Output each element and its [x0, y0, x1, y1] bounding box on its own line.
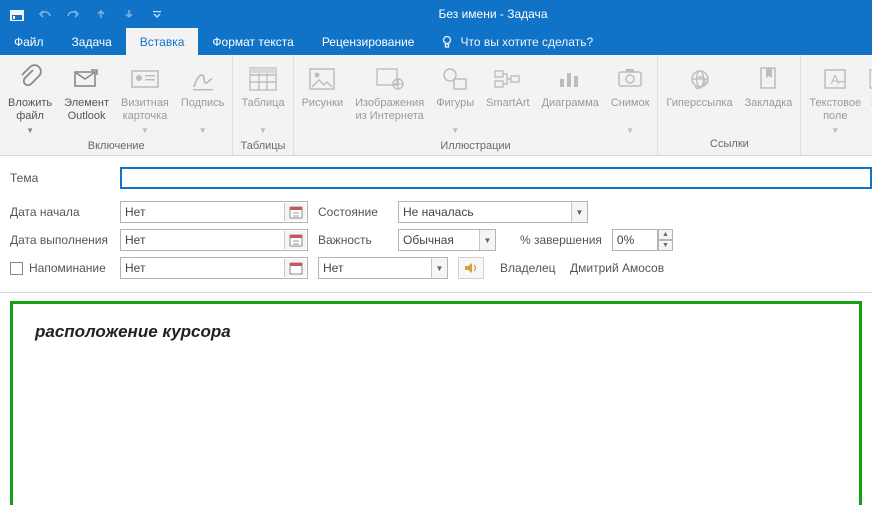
online-pictures-button[interactable]: Изображенияиз Интернета: [349, 59, 430, 125]
table-button[interactable]: Таблица ▼: [235, 59, 290, 139]
hyperlink-icon: [684, 63, 716, 95]
calendar-icon[interactable]: [284, 259, 306, 277]
owner-label: Владелец: [500, 261, 560, 275]
undo-button[interactable]: [32, 2, 58, 26]
next-item-button[interactable]: [116, 2, 142, 26]
title-bar: Без имени - Задача: [0, 0, 872, 28]
start-date-label: Дата начала: [10, 205, 110, 219]
outlook-item-button[interactable]: ЭлементOutlook: [58, 59, 115, 125]
table-icon: [247, 63, 279, 95]
signature-button[interactable]: Подпись ▼: [175, 59, 231, 139]
smartart-button[interactable]: SmartArt: [480, 59, 535, 125]
tab-format[interactable]: Формат текста: [198, 28, 307, 55]
attach-file-button[interactable]: Вложитьфайл▼: [2, 59, 58, 139]
chevron-down-icon: ▼: [479, 230, 495, 250]
prev-item-button[interactable]: [88, 2, 114, 26]
tab-file[interactable]: Файл: [0, 28, 58, 55]
online-picture-icon: [374, 63, 406, 95]
ribbon-group-text: A Текстовоеполе▼ Экб: [801, 55, 872, 155]
divider: [0, 292, 872, 293]
text-box-icon: A: [819, 63, 851, 95]
tab-insert[interactable]: Вставка: [126, 28, 199, 55]
spin-down-button[interactable]: ▼: [658, 240, 673, 251]
shapes-icon: [439, 63, 471, 95]
bookmark-icon: [753, 63, 785, 95]
window-title: Без имени - Задача: [174, 7, 872, 21]
status-label: Состояние: [318, 205, 388, 219]
business-card-button[interactable]: Визитнаякарточка▼: [115, 59, 175, 139]
screenshot-button[interactable]: Снимок ▼: [605, 59, 656, 139]
chart-button[interactable]: Диаграмма: [536, 59, 605, 125]
save-button[interactable]: [4, 2, 30, 26]
group-label-links: Ссылки: [658, 137, 800, 155]
group-label-include: Включение: [0, 139, 232, 157]
reminder-checkbox[interactable]: [10, 262, 23, 275]
owner-value: Дмитрий Амосов: [570, 261, 664, 275]
subject-input[interactable]: [120, 167, 872, 189]
priority-combo[interactable]: Обычная ▼: [398, 229, 496, 251]
quick-access-toolbar: [0, 2, 174, 26]
chevron-down-icon: ▼: [431, 258, 447, 278]
text-box-button[interactable]: A Текстовоеполе▼: [803, 59, 867, 139]
subject-label: Тема: [10, 171, 110, 185]
start-date-input[interactable]: Нет: [120, 201, 308, 223]
percent-complete-input[interactable]: 0%: [612, 229, 658, 251]
reminder-sound-button[interactable]: [458, 257, 484, 279]
tell-me-label: Что вы хотите сделать?: [460, 35, 593, 49]
smartart-icon: [492, 63, 524, 95]
business-card-icon: [129, 63, 161, 95]
reminder-date-input[interactable]: Нет: [120, 257, 308, 279]
screenshot-icon: [614, 63, 646, 95]
calendar-icon[interactable]: [284, 203, 306, 221]
chart-icon: [554, 63, 586, 95]
paperclip-icon: [14, 63, 46, 95]
ribbon-group-tables: Таблица ▼ Таблицы: [233, 55, 293, 155]
ribbon: Вложитьфайл▼ ЭлементOutlook Визитнаякарт…: [0, 55, 872, 156]
speaker-icon: [463, 261, 479, 275]
due-date-input[interactable]: Нет: [120, 229, 308, 251]
bookmark-button[interactable]: Закладка: [739, 59, 799, 125]
reminder-time-combo[interactable]: Нет ▼: [318, 257, 448, 279]
reminder-label: Напоминание: [10, 261, 110, 275]
tab-task[interactable]: Задача: [58, 28, 126, 55]
cursor-location-text: расположение курсора: [35, 322, 837, 342]
status-combo[interactable]: Не началась ▼: [398, 201, 588, 223]
group-label-illustrations: Иллюстрации: [294, 139, 658, 157]
app-window: Без имени - Задача Файл Задача Вставка Ф…: [0, 0, 872, 505]
spin-up-button[interactable]: ▲: [658, 229, 673, 240]
ribbon-group-include: Вложитьфайл▼ ЭлементOutlook Визитнаякарт…: [0, 55, 233, 155]
group-label-tables: Таблицы: [233, 139, 292, 157]
due-date-label: Дата выполнения: [10, 233, 110, 247]
task-body-area[interactable]: расположение курсора: [10, 301, 862, 505]
picture-icon: [306, 63, 338, 95]
percent-complete-label: % завершения: [520, 233, 602, 247]
chevron-down-icon: ▼: [571, 202, 587, 222]
shapes-button[interactable]: Фигуры ▼: [430, 59, 480, 139]
dropcap-button[interactable]: Экб: [867, 59, 872, 125]
dropcap-icon: [868, 63, 872, 95]
tell-me-search[interactable]: Что вы хотите сделать?: [428, 28, 605, 55]
redo-button[interactable]: [60, 2, 86, 26]
hyperlink-button[interactable]: Гиперссылка: [660, 59, 738, 125]
ribbon-group-links: Гиперссылка Закладка Ссылки: [658, 55, 801, 155]
outlook-item-icon: [71, 63, 103, 95]
task-form: Тема Дата начала Нет Состояние Не начала…: [0, 156, 872, 290]
lightbulb-icon: [440, 35, 454, 49]
pictures-button[interactable]: Рисунки: [296, 59, 350, 125]
qat-customize-button[interactable]: [144, 2, 170, 26]
priority-label: Важность: [318, 233, 388, 247]
signature-icon: [187, 63, 219, 95]
tab-review[interactable]: Рецензирование: [308, 28, 429, 55]
ribbon-tabs: Файл Задача Вставка Формат текста Реценз…: [0, 28, 872, 55]
ribbon-group-illustrations: Рисунки Изображенияиз Интернета Фигуры ▼: [294, 55, 659, 155]
calendar-icon[interactable]: [284, 231, 306, 249]
svg-text:A: A: [831, 72, 840, 87]
